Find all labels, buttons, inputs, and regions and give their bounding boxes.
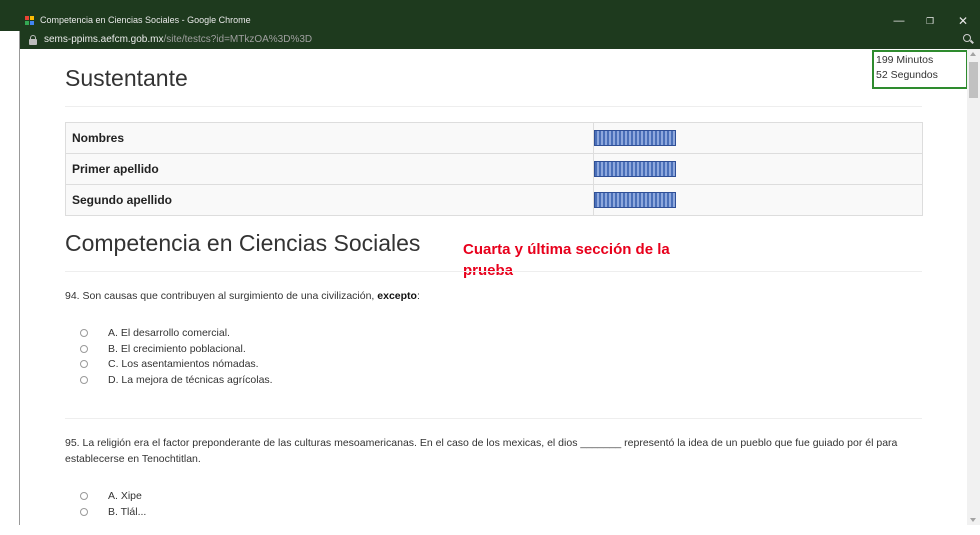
option-label: C. Los asentamientos nómadas.: [108, 358, 259, 370]
divider: [65, 106, 922, 107]
timer-minutes: 199 Minutos: [876, 54, 934, 66]
row-label-segundo-apellido: Segundo apellido: [65, 184, 594, 216]
url-host: sems-ppims.aefcm.gob.mx: [44, 34, 164, 45]
page-content: Sustentante Nombres Primer apellido Segu…: [21, 49, 967, 525]
restore-button[interactable]: ❐: [915, 14, 945, 30]
redacted-value: [594, 192, 676, 208]
close-button[interactable]: ✕: [948, 14, 978, 30]
url-path: /site/testcs?id=MTkzOA%3D%3D: [163, 34, 313, 45]
row-value-nombres: [593, 122, 923, 154]
browser-titlebar: Competencia en Ciencias Sociales - Googl…: [0, 0, 980, 31]
chrome-app-icon: [25, 16, 35, 26]
option-label: A. Xipe: [108, 490, 142, 502]
radio-button[interactable]: [80, 508, 88, 516]
table-row: Nombres: [65, 122, 923, 154]
row-label-primer-apellido: Primer apellido: [65, 153, 594, 185]
window-left-edge: [0, 31, 20, 535]
sustentante-heading: Sustentante: [65, 65, 188, 91]
question-95-text: 95. La religión era el factor prepondera…: [65, 437, 898, 465]
redacted-value: [594, 130, 676, 146]
countdown-timer: 199 Minutos 52 Segundos: [872, 50, 968, 89]
window-title: Competencia en Ciencias Sociales - Googl…: [40, 15, 251, 25]
annotation-note: Cuarta y última sección de la prueba: [463, 241, 670, 279]
radio-button[interactable]: [80, 345, 88, 353]
row-value-segundo-apellido: [593, 184, 923, 216]
option-label: D. La mejora de técnicas agrícolas.: [108, 374, 273, 386]
scroll-up-arrow-icon[interactable]: [970, 52, 976, 56]
radio-button[interactable]: [80, 492, 88, 500]
emphasis-excepto: excepto: [377, 290, 417, 302]
option-label: A. El desarrollo comercial.: [108, 327, 230, 339]
divider: [65, 418, 922, 419]
question-94-text: 94. Son causas que contribuyen al surgim…: [65, 290, 420, 302]
row-value-primer-apellido: [593, 153, 923, 185]
timer-seconds: 52 Segundos: [876, 69, 938, 81]
row-label-nombres: Nombres: [65, 122, 594, 154]
radio-button[interactable]: [80, 360, 88, 368]
address-bar[interactable]: sems-ppims.aefcm.gob.mx/site/testcs?id=M…: [20, 31, 980, 49]
url-text[interactable]: sems-ppims.aefcm.gob.mx/site/testcs?id=M…: [44, 34, 312, 45]
scroll-thumb[interactable]: [969, 62, 978, 98]
table-row: Segundo apellido: [65, 184, 923, 216]
divider: [65, 271, 922, 272]
option-label: B. Tlál...: [108, 506, 147, 518]
window-bottom-edge: [0, 525, 980, 535]
radio-button[interactable]: [80, 329, 88, 337]
minimize-button[interactable]: —: [884, 14, 914, 30]
zoom-icon[interactable]: [963, 34, 974, 45]
scroll-down-arrow-icon[interactable]: [970, 518, 976, 522]
table-row: Primer apellido: [65, 153, 923, 185]
option-label: B. El crecimiento poblacional.: [108, 343, 246, 355]
section-heading: Competencia en Ciencias Sociales: [65, 230, 421, 256]
sustentante-table: Nombres Primer apellido Segundo apellido: [65, 122, 923, 216]
radio-button[interactable]: [80, 376, 88, 384]
vertical-scrollbar[interactable]: [967, 49, 980, 525]
lock-icon[interactable]: [29, 35, 37, 45]
redacted-value: [594, 161, 676, 177]
